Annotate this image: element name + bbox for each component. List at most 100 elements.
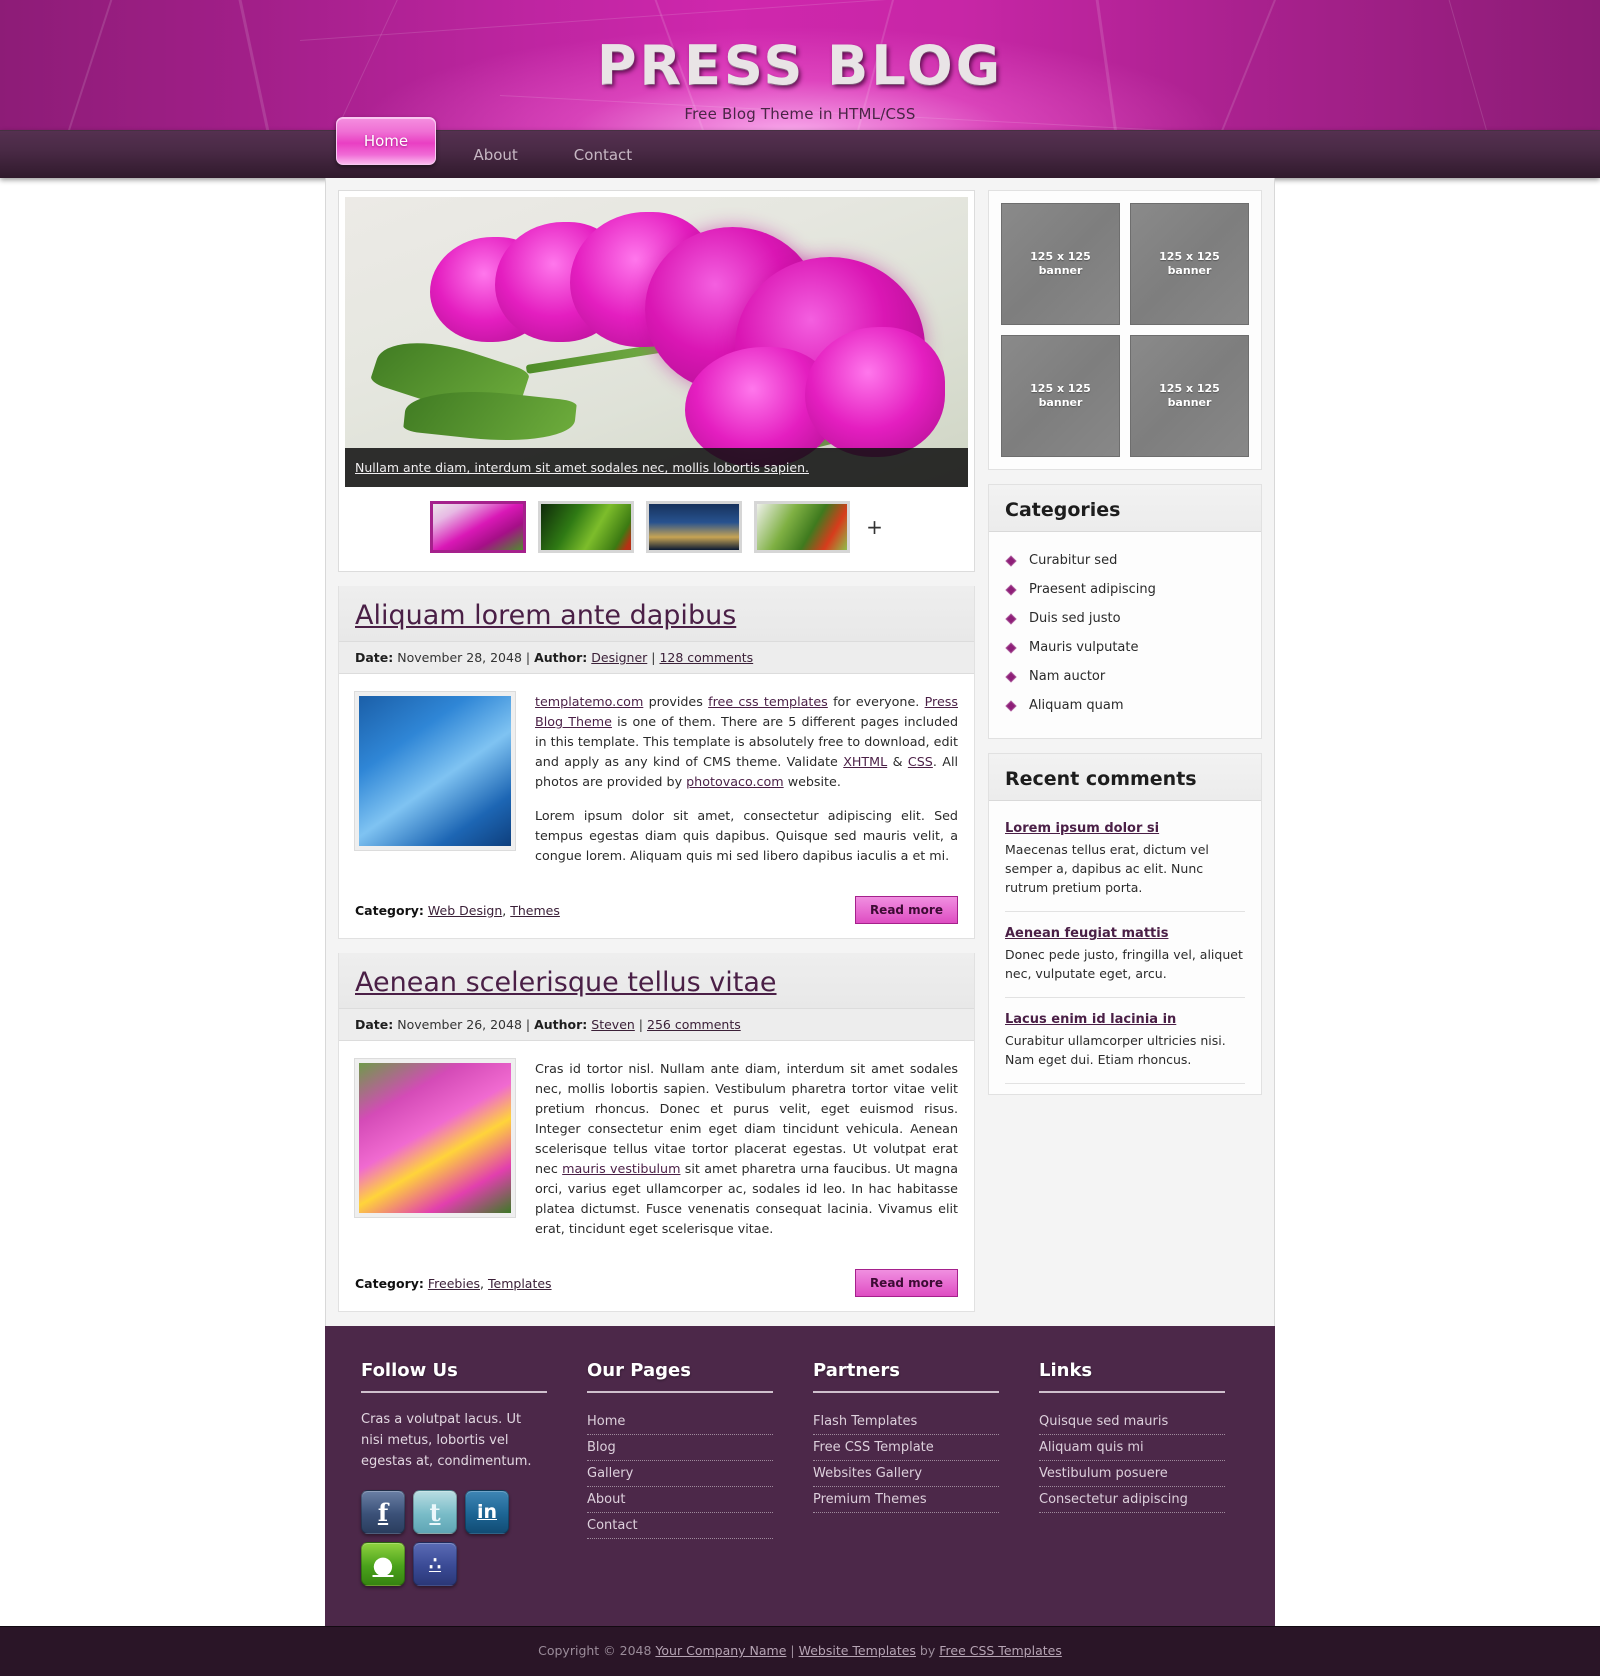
category-link[interactable]: Praesent adipiscing	[1029, 582, 1156, 597]
footer-link[interactable]: Blog	[587, 1435, 773, 1460]
recent-comment-title[interactable]: Aenean feugiat mattis	[1005, 926, 1245, 941]
footer-divider	[813, 1391, 999, 1393]
banner-placeholder[interactable]: 125 x 125 banner	[1130, 335, 1249, 457]
category-link[interactable]: Aliquam quam	[1029, 698, 1124, 713]
post-category-link[interactable]: Web Design	[428, 903, 502, 918]
free-css-templates-link[interactable]: Free CSS Templates	[939, 1643, 1062, 1658]
nav-item-home[interactable]: Home	[336, 117, 436, 165]
footer-link-item[interactable]: Consectetur adipiscing	[1039, 1487, 1225, 1513]
category-link[interactable]: Mauris vulputate	[1029, 640, 1138, 655]
footer-link-item[interactable]: Aliquam quis mi	[1039, 1435, 1225, 1461]
footer-link-item[interactable]: Home	[587, 1409, 773, 1435]
myspace-icon[interactable]: ∴	[413, 1542, 457, 1586]
footer-link-item[interactable]: Premium Themes	[813, 1487, 999, 1513]
company-link[interactable]: Your Company Name	[655, 1643, 786, 1658]
footer-column-text: Cras a volutpat lacus. Ut nisi metus, lo…	[361, 1412, 532, 1469]
footer-link[interactable]: Vestibulum posuere	[1039, 1461, 1225, 1486]
inline-link[interactable]: mauris vestibulum	[562, 1161, 680, 1176]
footer-link[interactable]: Websites Gallery	[813, 1461, 999, 1486]
banner-label: banner	[1038, 396, 1083, 409]
nav-link-home[interactable]: Home	[364, 132, 408, 150]
website-templates-link[interactable]: Website Templates	[799, 1643, 916, 1658]
post-category-label: Category:	[355, 902, 424, 918]
categories-title: Categories	[989, 485, 1261, 532]
footer-link[interactable]: Free CSS Template	[813, 1435, 999, 1460]
footer-link[interactable]: Home	[587, 1409, 773, 1434]
footer-divider	[361, 1391, 547, 1393]
post-title-link[interactable]: Aliquam lorem ante dapibus	[355, 600, 736, 631]
slider-more-icon[interactable]: +	[866, 515, 883, 539]
post-category-link[interactable]: Themes	[510, 903, 560, 918]
diamond-bullet-icon	[1005, 584, 1017, 596]
post-title-link[interactable]: Aenean scelerisque tellus vitae	[355, 967, 777, 998]
banner-placeholder[interactable]: 125 x 125 banner	[1001, 203, 1120, 325]
category-link[interactable]: Duis sed justo	[1029, 611, 1121, 626]
post-meta: Date: November 28, 2048 | Author: Design…	[339, 641, 974, 674]
post: Aenean scelerisque tellus vitae Date: Nov…	[338, 953, 975, 1312]
category-item[interactable]: Curabitur sed	[1005, 546, 1245, 575]
footer-link-item[interactable]: Quisque sed mauris	[1039, 1409, 1225, 1435]
site-footer: Follow Us Cras a volutpat lacus. Ut nisi …	[325, 1326, 1275, 1626]
sidebar: 125 x 125 banner 125 x 125 banner 125 x 125 b…	[988, 190, 1262, 1109]
ladybug-leaf-thumb[interactable]	[538, 501, 635, 553]
footer-link[interactable]: Consectetur adipiscing	[1039, 1487, 1225, 1512]
footer-link[interactable]: Contact	[587, 1513, 773, 1538]
footer-link[interactable]: Quisque sed mauris	[1039, 1409, 1225, 1434]
orchid-thumb[interactable]	[430, 501, 527, 553]
footer-link-item[interactable]: Gallery	[587, 1461, 773, 1487]
footer-column-title: Our Pages	[587, 1360, 691, 1381]
category-item[interactable]: Aliquam quam	[1005, 691, 1245, 720]
recent-comments-list: Lorem ipsum dolor si Maecenas tellus erat…	[989, 801, 1261, 1094]
footer-link-item[interactable]: Websites Gallery	[813, 1461, 999, 1487]
footer-link-item[interactable]: Blog	[587, 1435, 773, 1461]
recent-comment-title[interactable]: Lacus enim id lacinia in	[1005, 1012, 1245, 1027]
nav-link-contact[interactable]: Contact	[546, 131, 660, 179]
nav-item-contact[interactable]: Contact	[546, 131, 660, 179]
post-comments-link[interactable]: 256 comments	[647, 1017, 741, 1032]
inline-link[interactable]: XHTML	[843, 754, 887, 769]
footer-link[interactable]: Gallery	[587, 1461, 773, 1486]
footer-link[interactable]: About	[587, 1487, 773, 1512]
post-author-link[interactable]: Designer	[591, 650, 647, 665]
post-author-link[interactable]: Steven	[591, 1017, 635, 1032]
footer-link[interactable]: Flash Templates	[813, 1409, 999, 1434]
twitter-icon[interactable]: t	[413, 1490, 457, 1534]
footer-link[interactable]: Aliquam quis mi	[1039, 1435, 1225, 1460]
read-more-button[interactable]: Read more	[854, 896, 958, 924]
inline-link[interactable]: CSS	[908, 754, 933, 769]
footer-link-item[interactable]: Free CSS Template	[813, 1435, 999, 1461]
messenger-icon[interactable]: ●	[361, 1542, 405, 1586]
inline-link[interactable]: free css templates	[708, 694, 828, 709]
post-date: November 26, 2048	[397, 1017, 522, 1032]
banner-placeholder[interactable]: 125 x 125 banner	[1130, 203, 1249, 325]
nav-link-about[interactable]: About	[445, 131, 545, 179]
vegetables-thumb[interactable]	[754, 501, 851, 553]
nav-item-about[interactable]: About	[445, 131, 545, 179]
slider-caption-link[interactable]: Nullam ante diam, interdum sit amet soda…	[355, 460, 809, 475]
category-item[interactable]: Nam auctor	[1005, 662, 1245, 691]
footer-link[interactable]: Premium Themes	[813, 1487, 999, 1512]
category-item[interactable]: Mauris vulputate	[1005, 633, 1245, 662]
city-skyline-thumb[interactable]	[646, 501, 743, 553]
inline-link[interactable]: templatemo.com	[535, 694, 643, 709]
category-link[interactable]: Curabitur sed	[1029, 553, 1117, 568]
recent-comment-title[interactable]: Lorem ipsum dolor si	[1005, 821, 1245, 836]
footer-link-item[interactable]: Contact	[587, 1513, 773, 1539]
inline-link[interactable]: photovaco.com	[686, 774, 784, 789]
linkedin-icon[interactable]: in	[465, 1490, 509, 1534]
footer-link-item[interactable]: About	[587, 1487, 773, 1513]
post-category-link[interactable]: Freebies	[428, 1276, 480, 1291]
facebook-icon[interactable]: f	[361, 1490, 405, 1534]
category-item[interactable]: Duis sed justo	[1005, 604, 1245, 633]
footer-link-item[interactable]: Flash Templates	[813, 1409, 999, 1435]
read-more-button[interactable]: Read more	[854, 1269, 958, 1297]
category-link[interactable]: Nam auctor	[1029, 669, 1105, 684]
footer-column-links: Links Quisque sed mauris Aliquam quis mi Ve…	[1039, 1360, 1225, 1586]
banner-size: 125 x 125	[1030, 250, 1091, 263]
post-comments-link[interactable]: 128 comments	[659, 650, 753, 665]
banner-placeholder[interactable]: 125 x 125 banner	[1001, 335, 1120, 457]
footer-link-item[interactable]: Vestibulum posuere	[1039, 1461, 1225, 1487]
category-item[interactable]: Praesent adipiscing	[1005, 575, 1245, 604]
post-meta: Date: November 26, 2048 | Author: Steven…	[339, 1008, 974, 1041]
post-category-link[interactable]: Templates	[488, 1276, 552, 1291]
